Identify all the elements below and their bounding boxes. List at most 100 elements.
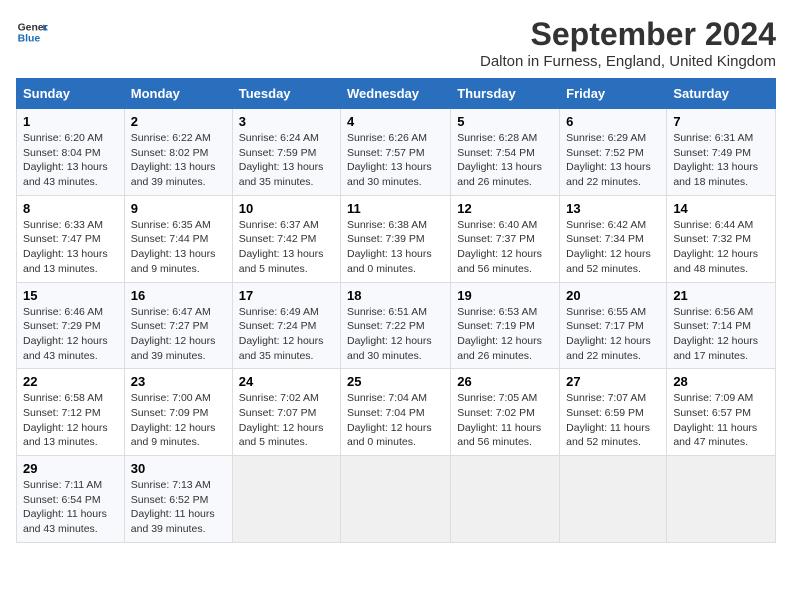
calendar-cell: 6 Sunrise: 6:29 AMSunset: 7:52 PMDaylight… <box>560 109 667 196</box>
calendar-cell: 26 Sunrise: 7:05 AMSunset: 7:02 PMDayligh… <box>451 369 560 456</box>
day-info: Sunrise: 6:24 AMSunset: 7:59 PMDaylight:… <box>239 131 334 190</box>
day-info: Sunrise: 7:09 AMSunset: 6:57 PMDaylight:… <box>673 391 769 450</box>
calendar-cell: 14Sunrise: 6:44 AMSunset: 7:32 PMDayligh… <box>667 195 776 282</box>
logo-icon: General Blue <box>16 16 48 48</box>
day-info: Sunrise: 6:49 AMSunset: 7:24 PMDaylight:… <box>239 305 334 364</box>
calendar-cell: 11Sunrise: 6:38 AMSunset: 7:39 PMDayligh… <box>341 195 451 282</box>
day-number: 12 <box>457 201 553 216</box>
calendar-cell: 19 Sunrise: 6:53 AMSunset: 7:19 PMDayligh… <box>451 282 560 369</box>
day-info: Sunrise: 7:07 AMSunset: 6:59 PMDaylight:… <box>566 391 660 450</box>
column-header-monday: Monday <box>124 79 232 109</box>
calendar-cell: 13Sunrise: 6:42 AMSunset: 7:34 PMDayligh… <box>560 195 667 282</box>
column-header-sunday: Sunday <box>17 79 125 109</box>
day-info: Sunrise: 7:13 AMSunset: 6:52 PMDaylight:… <box>131 478 226 537</box>
day-info: Sunrise: 6:40 AMSunset: 7:37 PMDaylight:… <box>457 218 553 277</box>
calendar-cell <box>667 456 776 543</box>
day-info: Sunrise: 6:46 AMSunset: 7:29 PMDaylight:… <box>23 305 118 364</box>
calendar-cell: 16 Sunrise: 6:47 AMSunset: 7:27 PMDayligh… <box>124 282 232 369</box>
calendar-cell: 18Sunrise: 6:51 AMSunset: 7:22 PMDayligh… <box>341 282 451 369</box>
calendar-cell: 22 Sunrise: 6:58 AMSunset: 7:12 PMDayligh… <box>17 369 125 456</box>
svg-text:Blue: Blue <box>18 34 41 45</box>
day-info: Sunrise: 7:00 AMSunset: 7:09 PMDaylight:… <box>131 391 226 450</box>
day-info: Sunrise: 6:20 AMSunset: 8:04 PMDaylight:… <box>23 131 118 190</box>
calendar-cell: 3 Sunrise: 6:24 AMSunset: 7:59 PMDaylight… <box>232 109 340 196</box>
calendar-cell <box>451 456 560 543</box>
calendar-cell: 15Sunrise: 6:46 AMSunset: 7:29 PMDayligh… <box>17 282 125 369</box>
day-number: 6 <box>566 114 660 129</box>
calendar-cell: 2 Sunrise: 6:22 AMSunset: 8:02 PMDaylight… <box>124 109 232 196</box>
day-number: 11 <box>347 201 444 216</box>
calendar-cell: 29 Sunrise: 7:11 AMSunset: 6:54 PMDayligh… <box>17 456 125 543</box>
calendar-cell: 23Sunrise: 7:00 AMSunset: 7:09 PMDayligh… <box>124 369 232 456</box>
day-info: Sunrise: 6:33 AMSunset: 7:47 PMDaylight:… <box>23 218 118 277</box>
column-header-thursday: Thursday <box>451 79 560 109</box>
day-info: Sunrise: 6:35 AMSunset: 7:44 PMDaylight:… <box>131 218 226 277</box>
calendar-cell: 8 Sunrise: 6:33 AMSunset: 7:47 PMDaylight… <box>17 195 125 282</box>
day-info: Sunrise: 6:47 AMSunset: 7:27 PMDaylight:… <box>131 305 226 364</box>
day-number: 14 <box>673 201 769 216</box>
day-info: Sunrise: 6:28 AMSunset: 7:54 PMDaylight:… <box>457 131 553 190</box>
calendar-cell: 12 Sunrise: 6:40 AMSunset: 7:37 PMDayligh… <box>451 195 560 282</box>
calendar-body: 1Sunrise: 6:20 AMSunset: 8:04 PMDaylight… <box>17 109 776 543</box>
day-info: Sunrise: 6:56 AMSunset: 7:14 PMDaylight:… <box>673 305 769 364</box>
calendar-week-row: 8 Sunrise: 6:33 AMSunset: 7:47 PMDaylight… <box>17 195 776 282</box>
day-number: 2 <box>131 114 226 129</box>
calendar-cell: 28 Sunrise: 7:09 AMSunset: 6:57 PMDayligh… <box>667 369 776 456</box>
calendar-cell: 9 Sunrise: 6:35 AMSunset: 7:44 PMDaylight… <box>124 195 232 282</box>
day-info: Sunrise: 7:05 AMSunset: 7:02 PMDaylight:… <box>457 391 553 450</box>
day-info: Sunrise: 6:42 AMSunset: 7:34 PMDaylight:… <box>566 218 660 277</box>
calendar-week-row: 29 Sunrise: 7:11 AMSunset: 6:54 PMDayligh… <box>17 456 776 543</box>
column-header-saturday: Saturday <box>667 79 776 109</box>
day-info: Sunrise: 6:37 AMSunset: 7:42 PMDaylight:… <box>239 218 334 277</box>
day-number: 10 <box>239 201 334 216</box>
calendar-header-row: SundayMondayTuesdayWednesdayThursdayFrid… <box>17 79 776 109</box>
day-info: Sunrise: 6:31 AMSunset: 7:49 PMDaylight:… <box>673 131 769 190</box>
calendar-cell <box>232 456 340 543</box>
calendar-cell: 21 Sunrise: 6:56 AMSunset: 7:14 PMDayligh… <box>667 282 776 369</box>
calendar-cell: 17 Sunrise: 6:49 AMSunset: 7:24 PMDayligh… <box>232 282 340 369</box>
day-number: 8 <box>23 201 118 216</box>
day-number: 9 <box>131 201 226 216</box>
calendar-cell: 30 Sunrise: 7:13 AMSunset: 6:52 PMDayligh… <box>124 456 232 543</box>
day-number: 5 <box>457 114 553 129</box>
day-info: Sunrise: 7:04 AMSunset: 7:04 PMDaylight:… <box>347 391 444 450</box>
day-number: 27 <box>566 374 660 389</box>
day-number: 16 <box>131 288 226 303</box>
page-header: General Blue September 2024 Dalton in Fu… <box>16 16 776 70</box>
day-number: 3 <box>239 114 334 129</box>
calendar-cell: 5 Sunrise: 6:28 AMSunset: 7:54 PMDaylight… <box>451 109 560 196</box>
calendar-cell: 7 Sunrise: 6:31 AMSunset: 7:49 PMDaylight… <box>667 109 776 196</box>
month-title: September 2024 <box>480 16 776 53</box>
day-number: 29 <box>23 461 118 476</box>
day-info: Sunrise: 7:02 AMSunset: 7:07 PMDaylight:… <box>239 391 334 450</box>
calendar-cell: 24 Sunrise: 7:02 AMSunset: 7:07 PMDayligh… <box>232 369 340 456</box>
day-info: Sunrise: 6:58 AMSunset: 7:12 PMDaylight:… <box>23 391 118 450</box>
calendar-table: SundayMondayTuesdayWednesdayThursdayFrid… <box>16 78 776 543</box>
day-number: 28 <box>673 374 769 389</box>
day-number: 4 <box>347 114 444 129</box>
day-number: 25 <box>347 374 444 389</box>
day-number: 18 <box>347 288 444 303</box>
day-number: 24 <box>239 374 334 389</box>
day-number: 20 <box>566 288 660 303</box>
day-number: 22 <box>23 374 118 389</box>
column-header-friday: Friday <box>560 79 667 109</box>
day-info: Sunrise: 6:22 AMSunset: 8:02 PMDaylight:… <box>131 131 226 190</box>
calendar-cell: 4Sunrise: 6:26 AMSunset: 7:57 PMDaylight… <box>341 109 451 196</box>
column-header-wednesday: Wednesday <box>341 79 451 109</box>
day-number: 30 <box>131 461 226 476</box>
calendar-cell: 27 Sunrise: 7:07 AMSunset: 6:59 PMDayligh… <box>560 369 667 456</box>
day-number: 21 <box>673 288 769 303</box>
day-info: Sunrise: 6:29 AMSunset: 7:52 PMDaylight:… <box>566 131 660 190</box>
day-number: 7 <box>673 114 769 129</box>
calendar-week-row: 22 Sunrise: 6:58 AMSunset: 7:12 PMDayligh… <box>17 369 776 456</box>
day-info: Sunrise: 6:55 AMSunset: 7:17 PMDaylight:… <box>566 305 660 364</box>
title-area: September 2024 Dalton in Furness, Englan… <box>480 16 776 70</box>
day-number: 17 <box>239 288 334 303</box>
calendar-cell: 25 Sunrise: 7:04 AMSunset: 7:04 PMDayligh… <box>341 369 451 456</box>
calendar-cell <box>560 456 667 543</box>
day-info: Sunrise: 6:53 AMSunset: 7:19 PMDaylight:… <box>457 305 553 364</box>
day-number: 26 <box>457 374 553 389</box>
day-number: 19 <box>457 288 553 303</box>
day-info: Sunrise: 7:11 AMSunset: 6:54 PMDaylight:… <box>23 478 118 537</box>
